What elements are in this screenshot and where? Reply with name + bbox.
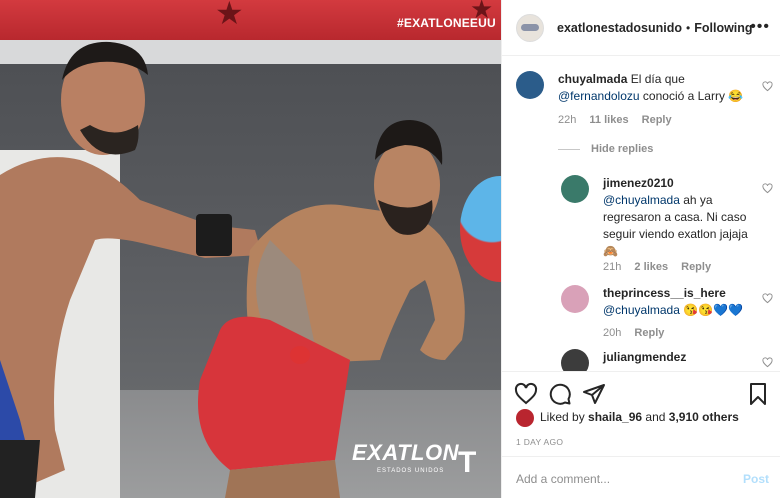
comment-text-after: conoció a Larry 😂 [642,89,744,103]
likes-prefix: Liked by [540,410,589,425]
exatlon-logo: EXATLON [352,440,459,465]
reply-reply-button[interactable]: Reply [681,261,711,273]
comment-reply-button[interactable]: Reply [642,114,672,126]
liker-avatar[interactable] [516,409,534,427]
comment-icon[interactable] [548,382,572,406]
comment-meta: 22h 11 likes Reply [558,114,672,126]
replier-avatar[interactable] [561,349,589,371]
reply-mention[interactable]: @chuyalmada [603,193,680,207]
reply-like-heart-icon[interactable] [762,293,773,304]
comment-username[interactable]: chuyalmada [558,72,627,86]
post-date[interactable]: 1 DAY AGO [516,437,563,447]
likes-summary: Liked by shaila_96 and 3,910 others [516,409,739,427]
likes-middle: and [642,410,669,425]
comment-body: chuyalmada El día que @fernandolozu cono… [558,71,748,105]
share-icon[interactable] [582,382,606,406]
account-username[interactable]: exatlonestadosunido [557,21,682,35]
reply-item: juliangmendez [502,345,780,371]
network-logo: T [458,446,477,479]
reply-like-heart-icon[interactable] [762,183,773,194]
reply-username[interactable]: juliangmendez [603,350,686,364]
reply-item: jimenez0210 @chuyalmada ah ya regresaron… [502,169,780,279]
like-heart-icon[interactable] [514,382,538,406]
replier-avatar[interactable] [561,175,589,203]
post-photo[interactable]: ★ ★ #EXATLONEEUU EXATLON ESTADOS UNIDOS … [0,0,501,498]
exatlon-logo-subtext: ESTADOS UNIDOS [377,468,445,474]
post-comment-button[interactable]: Post [743,472,769,486]
instagram-post-view: ★ ★ #EXATLONEEUU EXATLON ESTADOS UNIDOS … [0,0,780,498]
reply-likes[interactable]: 2 likes [634,261,668,273]
comment-like-heart-icon[interactable] [762,81,773,92]
likes-user[interactable]: shaila_96 [588,410,642,424]
account-avatar[interactable] [516,13,544,42]
hide-replies-line [558,149,580,150]
athletes-illustration [0,41,465,498]
more-options-icon[interactable]: ••• [750,18,770,36]
comment-item: chuyalmada El día que @fernandolozu cono… [502,57,780,137]
reply-username[interactable]: jimenez0210 [603,176,674,190]
comment-mention[interactable]: @fernandolozu [558,89,640,103]
reply-time: 20h [603,327,622,339]
reply-item: theprincess__is_here @chuyalmada 😘😘💙💙 20… [502,279,780,345]
reply-body: jimenez0210 @chuyalmada ah ya regresaron… [603,175,753,260]
add-comment-input[interactable] [516,470,726,488]
post-side-panel: exatlonestadosunido • Following ••• chuy… [501,0,780,498]
photo-hashtag: #EXATLONEEUU [397,16,496,30]
comments-list[interactable]: chuyalmada El día que @fernandolozu cono… [502,57,780,371]
reply-username[interactable]: theprincess__is_here [603,286,726,300]
reply-text: 😘😘💙💙 [679,303,743,317]
reply-mention[interactable]: @chuyalmada [603,303,680,317]
likes-others[interactable]: 3,910 others [669,410,739,424]
reply-like-heart-icon[interactable] [762,357,773,368]
reply-body: theprincess__is_here @chuyalmada 😘😘💙💙 [603,285,763,319]
hide-replies-button[interactable]: Hide replies [591,143,653,155]
bookmark-icon[interactable] [746,382,770,406]
add-comment-bar: Post [502,456,780,498]
comment-time: 22h [558,114,577,126]
reply-meta: 21h 2 likes Reply [603,261,711,273]
reply-meta: 20h Reply [603,327,664,339]
reply-body: juliangmendez [603,349,763,366]
reply-time: 21h [603,261,622,273]
following-button[interactable]: Following [694,21,752,35]
comment-text-before: El día que [630,72,685,86]
commenter-avatar[interactable] [516,71,544,99]
replier-avatar[interactable] [561,285,589,313]
comment-likes[interactable]: 11 likes [589,114,628,126]
post-header: exatlonestadosunido • Following ••• [502,0,780,56]
reply-reply-button[interactable]: Reply [634,327,664,339]
header-separator: • [686,20,691,35]
